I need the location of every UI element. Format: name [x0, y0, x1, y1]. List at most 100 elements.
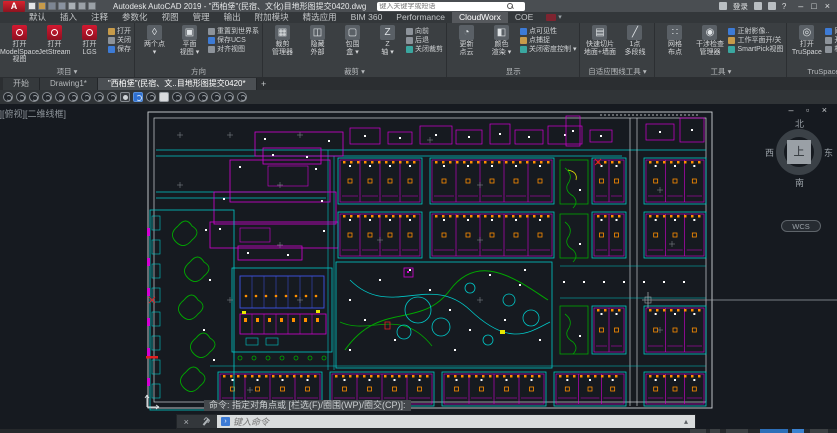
panel-label[interactable]: 裁剪 ▾	[263, 67, 446, 77]
open-file-icon[interactable]	[38, 2, 46, 10]
status-toggle-active[interactable]	[760, 429, 788, 433]
file-tab[interactable]: 开始	[3, 78, 40, 90]
red-scan-button[interactable]: 打开JetStream	[38, 25, 71, 56]
alert-icon[interactable]	[768, 2, 776, 10]
redo-icon[interactable]	[88, 2, 96, 10]
shield-toolbar-icon[interactable]	[29, 92, 39, 102]
status-toggle[interactable]	[690, 429, 706, 433]
compass-west-label[interactable]: 西	[765, 146, 774, 159]
blue-toolbar-icon[interactable]	[133, 92, 143, 102]
expand-history-icon[interactable]: ▴	[684, 415, 691, 428]
color-render-button[interactable]: ◧颜色渲染 ▾	[485, 25, 518, 56]
保存UCS-small-button[interactable]: 保存UCS	[208, 36, 259, 44]
正射影像..-small-button[interactable]: 正射影像..	[728, 27, 783, 35]
new-drawing-tab-button[interactable]: +	[257, 78, 271, 90]
后退-small-button[interactable]: 后退	[406, 36, 443, 44]
viewcube[interactable]: 上 北 南 东 西	[771, 118, 829, 194]
shield-toolbar-icon[interactable]	[42, 92, 52, 102]
save-as-icon[interactable]	[58, 2, 66, 10]
ribbon-tab-CloudWorx[interactable]: CloudWorx	[452, 12, 508, 23]
wcs-selector[interactable]: WCS	[781, 220, 821, 232]
重置到世界系-small-button[interactable]: 重置到世界系	[208, 27, 259, 35]
status-toggle[interactable]	[710, 429, 720, 433]
plot-icon[interactable]	[68, 2, 76, 10]
相机关闭-small-button[interactable]: 相机关闭	[825, 45, 837, 53]
shield-toolbar-icon[interactable]	[198, 92, 208, 102]
关闭-small-button[interactable]: 关闭	[108, 36, 131, 44]
polyline-1pt-button[interactable]: ╱1点多段线	[618, 25, 651, 56]
truspace-button[interactable]: ◎打开TruSpace	[790, 25, 823, 56]
maximize-button[interactable]: □	[811, 1, 816, 11]
red-scan-button[interactable]: 打开ModelSpace视图	[3, 25, 36, 64]
status-toggle-active[interactable]	[792, 429, 804, 433]
columns-toolbar-icon[interactable]	[146, 92, 156, 102]
ribbon-tab-输出[interactable]: 输出	[217, 12, 248, 23]
compass-east-label[interactable]: 东	[824, 146, 833, 159]
ribbon-tab-附加模块[interactable]: 附加模块	[248, 12, 296, 23]
star-toolbar-icon[interactable]	[120, 92, 130, 102]
shield-toolbar-icon[interactable]	[81, 92, 91, 102]
同步..-small-button[interactable]: 同步..	[825, 27, 837, 35]
shield-toolbar-icon[interactable]	[55, 92, 65, 102]
开/关-small-button[interactable]: 开/关	[825, 36, 837, 44]
viewport-label[interactable]: [-][俯视][二维线框]	[0, 107, 66, 120]
shield-toolbar-icon[interactable]	[94, 92, 104, 102]
customize-icon[interactable]	[202, 418, 210, 426]
sign-in-label[interactable]: 登录	[733, 1, 748, 12]
shield-toolbar-icon[interactable]	[16, 92, 26, 102]
z-axis-button[interactable]: ZZ轴 ▾	[371, 25, 404, 56]
ribbon-options-caret[interactable]: ▾	[558, 12, 562, 23]
关闭密度控制 ▾-small-button[interactable]: 关闭密度控制 ▾	[520, 45, 576, 53]
close-button[interactable]: ×	[825, 1, 830, 11]
file-tab[interactable]: "西柏堡"(民宿、文..目地形图提交0420*	[98, 78, 257, 90]
panel-label[interactable]: 方向	[135, 67, 262, 77]
white-toolbar-icon[interactable]	[159, 92, 169, 102]
status-toggle[interactable]	[726, 429, 748, 433]
ribbon-tab-精选应用[interactable]: 精选应用	[296, 12, 344, 23]
help-icon[interactable]: ?	[782, 2, 786, 11]
search-icon[interactable]	[507, 3, 514, 10]
coe-menu-icon[interactable]	[546, 14, 556, 21]
command-prompt-icon[interactable]: ›	[221, 417, 230, 426]
grid-points-button[interactable]: ∷网格布点	[658, 25, 691, 56]
向前-small-button[interactable]: 向前	[406, 27, 443, 35]
ribbon-tab-Performance[interactable]: Performance	[389, 12, 452, 23]
command-input[interactable]	[233, 417, 681, 427]
shield-toolbar-icon[interactable]	[237, 92, 247, 102]
save-icon[interactable]	[48, 2, 56, 10]
close-icon[interactable]: ×	[184, 417, 189, 427]
cart-icon[interactable]	[754, 2, 762, 10]
file-tab[interactable]: Drawing1*	[40, 78, 98, 90]
compass-south-label[interactable]: 南	[795, 176, 804, 189]
search-input[interactable]	[379, 3, 507, 10]
ribbon-tab-视图[interactable]: 视图	[155, 12, 186, 23]
ribbon-tab-BIM 360[interactable]: BIM 360	[344, 12, 390, 23]
new-file-icon[interactable]	[28, 2, 36, 10]
drawing-canvas[interactable]: [-][俯视][二维线框] – ▫ × 上 北 南 东 西 WCS 命令: 指定…	[0, 104, 837, 429]
viewcube-top-face[interactable]: 上	[787, 140, 811, 164]
shield-toolbar-icon[interactable]	[211, 92, 221, 102]
panel-label[interactable]: 工具 ▾	[655, 67, 786, 77]
ribbon-tab-默认[interactable]: 默认	[22, 12, 53, 23]
status-toggle[interactable]	[810, 429, 828, 433]
保存-small-button[interactable]: 保存	[108, 45, 131, 53]
viewport-window-buttons[interactable]: – ▫ ×	[789, 105, 832, 115]
panel-label[interactable]: TruSpace ▾	[787, 67, 837, 77]
打开-small-button[interactable]: 打开	[108, 27, 131, 35]
shield-toolbar-icon[interactable]	[107, 92, 117, 102]
bounding-box-button[interactable]: ▢包围盒 ▾	[336, 25, 369, 56]
panel-label[interactable]: 项目 ▾	[0, 67, 134, 77]
clip-manager-button[interactable]: ▦裁剪管理器	[266, 25, 299, 56]
点可见性-small-button[interactable]: 点可见性	[520, 27, 576, 35]
compass-north-label[interactable]: 北	[795, 117, 804, 130]
对齐视图-small-button[interactable]: 对齐视图	[208, 45, 259, 53]
red-scan-button[interactable]: 打开LGS	[73, 25, 106, 56]
panel-label[interactable]: 自适应围线工具 ▾	[580, 67, 654, 77]
undo-icon[interactable]	[78, 2, 86, 10]
关闭裁剪-small-button[interactable]: 关闭裁剪	[406, 45, 443, 53]
shield-toolbar-icon[interactable]	[224, 92, 234, 102]
cube-button[interactable]: ▣平面视图 ▾	[173, 25, 206, 56]
工作平面开/关-small-button[interactable]: 工作平面开/关	[728, 36, 783, 44]
app-menu-button[interactable]: A	[3, 1, 25, 12]
quick-slice-button[interactable]: ▤快速切片地面+墙面	[583, 25, 616, 56]
